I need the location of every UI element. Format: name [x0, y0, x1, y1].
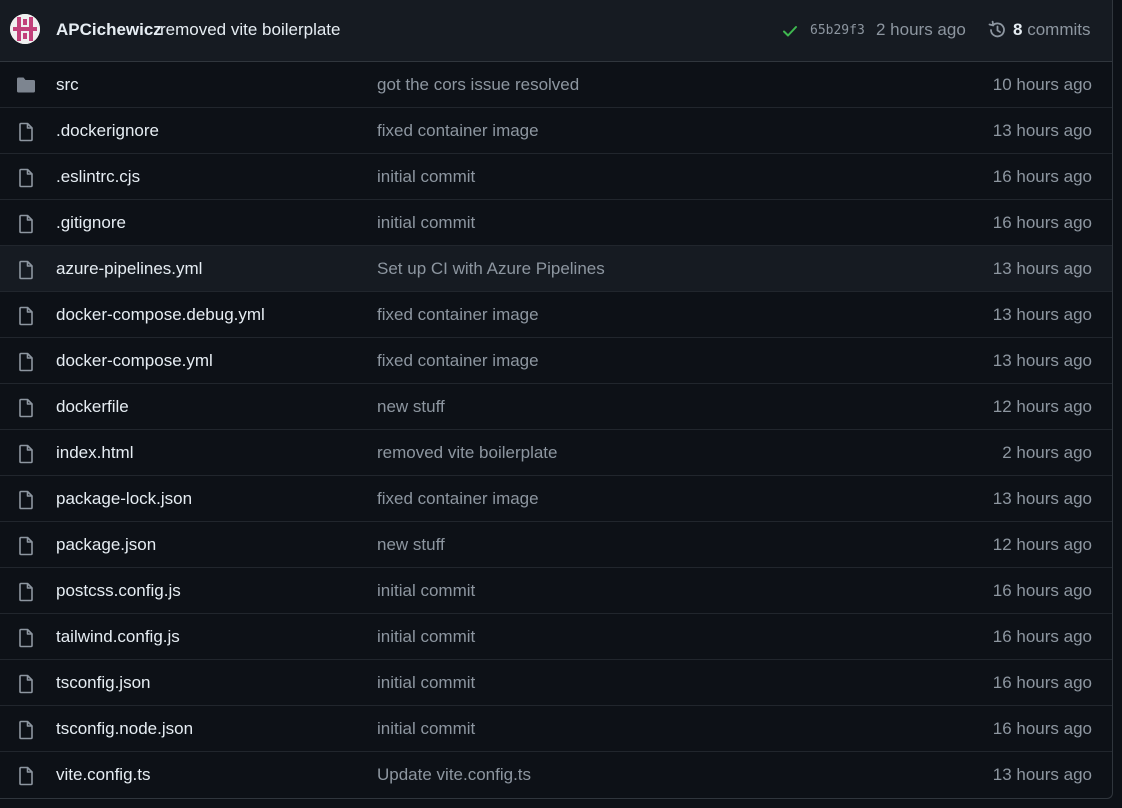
commit-time: 2 hours ago	[876, 20, 966, 39]
file-icon	[16, 398, 36, 423]
commit-age: 16 hours ago	[992, 719, 1092, 738]
commit-message-link[interactable]: fixed container image	[377, 305, 539, 325]
commit-age: 10 hours ago	[992, 75, 1092, 94]
folder-icon	[16, 76, 36, 99]
file-icon	[16, 490, 36, 515]
commit-age: 12 hours ago	[992, 535, 1092, 554]
file-name-link[interactable]: dockerfile	[56, 397, 129, 417]
commit-message-link[interactable]: fixed container image	[377, 351, 539, 371]
file-row[interactable]: package.json new stuff 12 hours ago	[0, 522, 1112, 568]
file-icon	[16, 582, 36, 607]
commit-message-link[interactable]: fixed container image	[377, 121, 539, 141]
file-icon	[16, 628, 36, 653]
commit-age: 16 hours ago	[992, 167, 1092, 186]
file-name-link[interactable]: .dockerignore	[56, 121, 159, 141]
check-icon[interactable]	[782, 23, 798, 44]
commit-message-link[interactable]: got the cors issue resolved	[377, 75, 579, 95]
commit-sha-link[interactable]: 65b29f3	[810, 23, 865, 38]
file-name-link[interactable]: tsconfig.json	[56, 673, 151, 693]
file-row[interactable]: tsconfig.json initial commit 16 hours ago	[0, 660, 1112, 706]
commit-count: 8	[1013, 20, 1023, 39]
file-row[interactable]: tailwind.config.js initial commit 16 hours…	[0, 614, 1112, 660]
file-browser: APCichewicz removed vite boilerplate 65b…	[0, 0, 1113, 799]
file-name-link[interactable]: package-lock.json	[56, 489, 192, 509]
commit-message-link[interactable]: initial commit	[377, 213, 475, 233]
file-name-link[interactable]: .eslintrc.cjs	[56, 167, 140, 187]
commit-age: 16 hours ago	[992, 627, 1092, 646]
identicon-avatar-icon	[10, 14, 40, 44]
commit-message-link[interactable]: initial commit	[377, 627, 475, 647]
commit-message-link[interactable]: initial commit	[377, 719, 475, 739]
file-row[interactable]: postcss.config.js initial commit 16 hours …	[0, 568, 1112, 614]
commit-message-link[interactable]: fixed container image	[377, 489, 539, 509]
commits-history-link[interactable]: 8 commits	[1013, 20, 1090, 40]
file-icon	[16, 720, 36, 745]
file-row[interactable]: index.html removed vite boilerplate 2 hour…	[0, 430, 1112, 476]
commit-message-link[interactable]: removed vite boilerplate	[377, 443, 557, 463]
commit-age: 12 hours ago	[992, 397, 1092, 416]
file-row[interactable]: .eslintrc.cjs initial commit 16 hours ago	[0, 154, 1112, 200]
commit-message-link[interactable]: initial commit	[377, 673, 475, 693]
file-name-link[interactable]: docker-compose.yml	[56, 351, 213, 371]
file-icon	[16, 260, 36, 285]
commit-age: 16 hours ago	[992, 673, 1092, 692]
commit-age: 13 hours ago	[992, 259, 1092, 278]
file-row[interactable]: .dockerignore fixed container image 13 hou…	[0, 108, 1112, 154]
file-name-link[interactable]: package.json	[56, 535, 156, 555]
commit-age: 13 hours ago	[992, 351, 1092, 370]
file-row[interactable]: package-lock.json fixed container image 13…	[0, 476, 1112, 522]
commit-age: 13 hours ago	[992, 121, 1092, 140]
commit-message-link[interactable]: new stuff	[377, 535, 445, 555]
history-icon	[987, 20, 1007, 45]
file-row[interactable]: tsconfig.node.json initial commit 16 hours…	[0, 706, 1112, 752]
commit-message-link[interactable]: removed vite boilerplate	[160, 20, 340, 40]
avatar[interactable]	[10, 14, 40, 44]
file-icon	[16, 766, 36, 791]
file-icon	[16, 122, 36, 147]
commit-message-link[interactable]: new stuff	[377, 397, 445, 417]
file-name-link[interactable]: src	[56, 75, 79, 95]
file-name-link[interactable]: .gitignore	[56, 213, 126, 233]
file-icon	[16, 536, 36, 561]
file-name-link[interactable]: postcss.config.js	[56, 581, 181, 601]
file-icon	[16, 168, 36, 193]
file-name-link[interactable]: docker-compose.debug.yml	[56, 305, 265, 325]
file-row[interactable]: docker-compose.debug.yml fixed container …	[0, 292, 1112, 338]
file-name-link[interactable]: vite.config.ts	[56, 765, 151, 785]
commit-message-link[interactable]: initial commit	[377, 581, 475, 601]
commit-message-link[interactable]: initial commit	[377, 167, 475, 187]
commit-message-link[interactable]: Update vite.config.ts	[377, 765, 531, 785]
file-name-link[interactable]: index.html	[56, 443, 133, 463]
file-row[interactable]: dockerfile new stuff 12 hours ago	[0, 384, 1112, 430]
commits-label: commits	[1027, 20, 1091, 39]
commit-age: 13 hours ago	[992, 765, 1092, 784]
commit-author-link[interactable]: APCichewicz	[56, 20, 162, 40]
commit-age: 2 hours ago	[1002, 443, 1092, 462]
file-row[interactable]: azure-pipelines.yml Set up CI with Azure …	[0, 246, 1112, 292]
commit-age: 16 hours ago	[992, 213, 1092, 232]
file-name-link[interactable]: tsconfig.node.json	[56, 719, 193, 739]
commit-age: 13 hours ago	[992, 489, 1092, 508]
commit-age: 16 hours ago	[992, 581, 1092, 600]
file-list: src got the cors issue resolved 10 hours a…	[0, 62, 1112, 798]
file-row[interactable]: vite.config.ts Update vite.config.ts 13 ho…	[0, 752, 1112, 798]
file-row[interactable]: docker-compose.yml fixed container image 1…	[0, 338, 1112, 384]
file-icon	[16, 444, 36, 469]
file-icon	[16, 674, 36, 699]
latest-commit-bar: APCichewicz removed vite boilerplate 65b…	[0, 0, 1112, 62]
file-icon	[16, 214, 36, 239]
file-icon	[16, 306, 36, 331]
commit-message-link[interactable]: Set up CI with Azure Pipelines	[377, 259, 605, 279]
file-row[interactable]: src got the cors issue resolved 10 hours a…	[0, 62, 1112, 108]
commit-age: 13 hours ago	[992, 305, 1092, 324]
file-icon	[16, 352, 36, 377]
file-row[interactable]: .gitignore initial commit 16 hours ago	[0, 200, 1112, 246]
file-name-link[interactable]: azure-pipelines.yml	[56, 259, 202, 279]
file-name-link[interactable]: tailwind.config.js	[56, 627, 180, 647]
